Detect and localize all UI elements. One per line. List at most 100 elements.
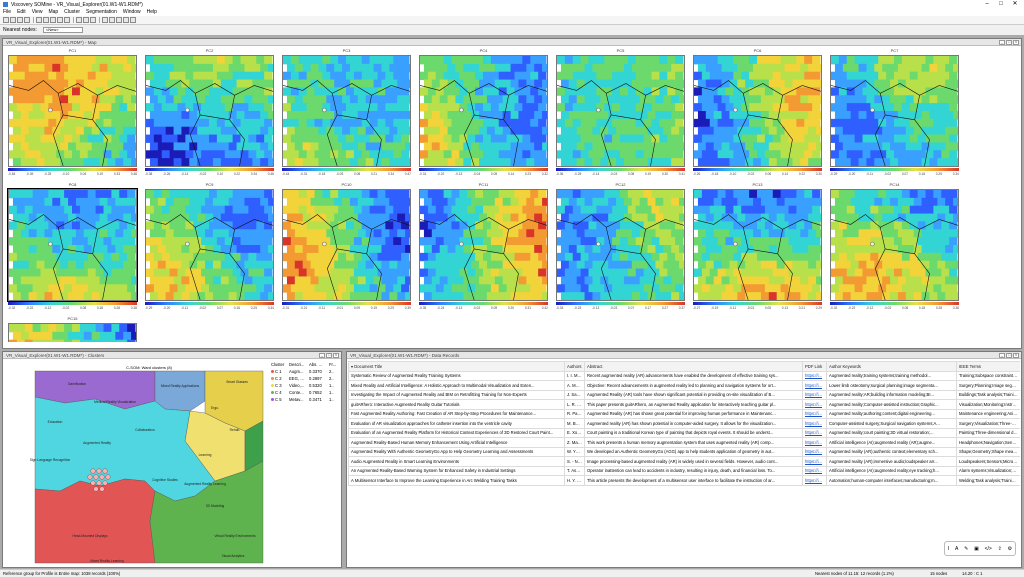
menu-segmentation[interactable]: Segmentation [86,9,117,16]
heatmap[interactable] [693,189,822,301]
image-icon[interactable]: ▣ [974,546,979,552]
heatmap[interactable] [419,189,548,301]
menu-window[interactable]: Window [123,9,141,16]
menu-view[interactable]: View [32,9,43,16]
heatmap[interactable] [145,55,274,167]
heatmap[interactable] [282,55,411,167]
undo-icon[interactable] [57,17,63,23]
component-map-pc12[interactable]: PC12 -0.33 -0.23 -0.13 -0.03 0.07 0.17 0.27 0.37 [553,182,688,313]
table-row[interactable]: Fast Augmented Reality Authoring: Fast C… [348,408,1020,419]
close-icon[interactable]: x [1013,353,1019,358]
table-row[interactable]: A Multisensor Interface to Improve the L… [348,475,1020,486]
col-pdf-link[interactable]: PDF Link [802,361,827,372]
cluster-window-titlebar[interactable]: VR_Visual_Explorer(01.W1-W1.RDM*) - Clus… [3,352,341,359]
data-window-titlebar[interactable]: VR_Visual_Explorer(01.W1-W1.RDM*) - Data… [347,352,1021,359]
cell-pdf-link[interactable]: https://i... [802,389,827,400]
nearest-node-marker[interactable] [90,468,96,474]
menu-map[interactable]: Map [48,9,58,16]
cluster-row[interactable]: C 4 Conte... 0.7652 1.. [269,389,341,396]
table-row[interactable]: Systematic Review of Augmented Reality T… [348,370,1020,381]
col-document-title[interactable]: ▾ Document Title [348,361,565,372]
component-map-pc2[interactable]: PC2 -0.38 -0.26 -0.14 -0.02 0.10 0.22 0.34 0.46 [142,48,277,179]
nearest-node-marker[interactable] [96,468,102,474]
nearest-node-marker[interactable] [96,480,102,486]
cell-pdf-link[interactable]: https://i... [802,418,827,429]
component-map-pc8[interactable]: PC8 -0.32 -0.22 -0.12 -0.02 0.08 0.18 0.28 0.38 [5,182,140,313]
minimize-button[interactable]: – [980,0,994,9]
menu-cluster[interactable]: Cluster [64,9,80,16]
minimize-icon[interactable]: _ [319,353,325,358]
cell-pdf-link[interactable]: https://i... [802,465,827,476]
cut-icon[interactable] [36,17,42,23]
map-window-titlebar[interactable]: VR_Visual_Explorer(01.W1-W1.RDM*) - Map … [3,39,1021,46]
nearest-node-marker[interactable] [102,468,108,474]
map-icon[interactable] [76,17,82,23]
print-icon[interactable] [24,17,30,23]
table-row[interactable]: Investigating the Impact of Augmented Re… [348,389,1020,400]
col-cluster[interactable]: Cluster [269,361,287,368]
cell-pdf-link[interactable]: https://i... [802,446,827,457]
heatmap[interactable] [7,188,138,302]
maximize-icon[interactable]: □ [1006,353,1012,358]
table-row[interactable]: Evaluation of AR visualization approache… [348,418,1020,429]
maximize-icon[interactable]: □ [1006,40,1012,45]
minimize-icon[interactable]: _ [999,353,1005,358]
heatmap[interactable] [8,323,137,342]
cursor-icon[interactable]: I [948,546,949,552]
close-button[interactable]: ✕ [1008,0,1022,9]
component-map-pc3[interactable]: PC3 -0.44 -0.31 -0.18 -0.05 0.08 0.21 0.34 0.47 [279,48,414,179]
table-row[interactable]: Augmented Reality With Authentic Geometr… [348,446,1020,457]
maximize-button[interactable]: □ [994,0,1008,9]
heatmap[interactable] [693,55,822,167]
select-icon[interactable] [116,17,122,23]
heatmap[interactable] [830,55,959,167]
col-abstract[interactable]: Abstract [584,361,803,372]
copy-icon[interactable] [43,17,49,23]
cell-pdf-link[interactable]: https://i... [802,370,827,381]
col-authors[interactable]: Authors [564,361,585,372]
table-row[interactable]: Audio Augmented Reality in Smart Learnin… [348,456,1020,467]
col-description[interactable]: Descri... [287,361,307,368]
component-map-pc15[interactable]: PC15 [5,316,140,342]
menu-help[interactable]: Help [147,9,157,16]
menu-file[interactable]: File [3,9,11,16]
cluster-row[interactable]: C 5 Metav... 0.3471 1.. [269,396,341,403]
zoom-out-icon[interactable] [109,17,115,23]
minimize-icon[interactable]: _ [999,40,1005,45]
cluster-map[interactable]: C-SOM: Ward clusters (8) Gamification Mix… [5,361,267,567]
save-icon[interactable] [17,17,23,23]
cluster-row[interactable]: C 1 Augm... 0.3370 2.. [269,368,341,375]
component-map-pc6[interactable]: PC6 -0.26 -0.18 -0.10 -0.02 0.06 0.14 0.22 0.30 [690,48,825,179]
component-map-pc7[interactable]: PC7 -0.29 -0.20 -0.11 -0.02 0.07 0.16 0.25 0.34 [827,48,962,179]
nearest-node-marker[interactable] [87,474,93,480]
table-row[interactable]: Evaluation of an Augmented Reality Platf… [348,427,1020,438]
component-map-pc5[interactable]: PC5 -0.36 -0.25 -0.14 -0.03 0.08 0.19 0.30 0.41 [553,48,688,179]
component-map-pc11[interactable]: PC11 -0.35 -0.24 -0.13 -0.02 0.09 0.20 0.31 0.42 [416,182,551,313]
heatmap[interactable] [282,189,411,301]
col-author-keywords[interactable]: Author Keywords [826,361,957,372]
col-fr[interactable]: Fr... [327,361,341,368]
new-icon[interactable] [3,17,9,23]
cell-pdf-link[interactable]: https://i... [802,427,827,438]
settings-icon[interactable]: ⚙ [1008,546,1012,552]
nearest-node-marker[interactable] [99,486,105,492]
col-ieee-terms[interactable]: IEEE Terms [956,361,1020,372]
heatmap[interactable] [830,189,959,301]
cell-pdf-link[interactable]: https://i... [802,399,827,410]
cell-pdf-link[interactable]: https://i... [802,408,827,419]
close-icon[interactable]: x [333,353,339,358]
table-row[interactable]: An Augmented Reality-Based Warning Syste… [348,465,1020,476]
close-icon[interactable]: x [1013,40,1019,45]
component-map-pc14[interactable]: PC14 -0.32 -0.22 -0.12 -0.02 0.08 0.18 0.28 0.38 [827,182,962,313]
component-map-pc1[interactable]: PC1 -0.54 -0.39 -0.25 -0.10 0.04 0.19 0.33 0.48 [5,48,140,179]
search-icon[interactable] [123,17,129,23]
maximize-icon[interactable]: □ [326,353,332,358]
cell-pdf-link[interactable]: https://i... [802,380,827,391]
heatmap[interactable] [145,189,274,301]
cell-pdf-link[interactable]: https://i... [802,437,827,448]
heatmap[interactable] [556,55,685,167]
nearest-node-marker[interactable] [90,480,96,486]
paste-icon[interactable] [50,17,56,23]
redo-icon[interactable] [64,17,70,23]
cluster-row[interactable]: C 3 Video,... 0.5320 1.. [269,382,341,389]
